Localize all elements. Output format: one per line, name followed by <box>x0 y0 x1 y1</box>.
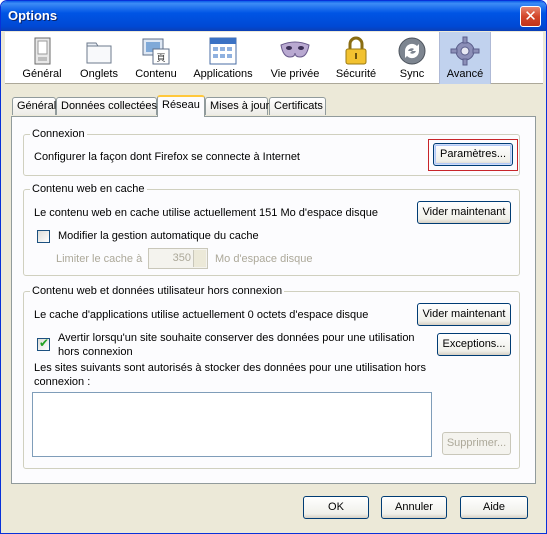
clear-cache-button[interactable]: Vider maintenant <box>417 201 511 224</box>
pane-tabs[interactable]: Onglets <box>75 32 123 84</box>
warn-offline-label-line1: Avertir lorsqu'un site souhaite conserve… <box>58 332 415 344</box>
connection-legend: Connexion <box>30 128 87 140</box>
pane-label: Contenu <box>135 68 177 80</box>
cache-limit-value: 350 <box>172 252 191 264</box>
sites-label-line1: Les sites suivants sont autorisés à stoc… <box>34 362 426 374</box>
checkmark-icon: ✔ <box>39 336 50 350</box>
pane-label: Applications <box>193 68 253 80</box>
tab-network[interactable]: Réseau <box>157 95 205 117</box>
options-window: Options ✕ Général Onglets 頁 Contenu Appl… <box>0 0 547 534</box>
tab-data-choices[interactable]: Données collectées <box>56 97 157 115</box>
tab-general[interactable]: Général <box>12 97 56 115</box>
privacy-mask-icon <box>280 41 310 58</box>
exceptions-button[interactable]: Exceptions... <box>437 333 511 356</box>
window-title: Options <box>8 8 58 23</box>
pane-label: Sécurité <box>335 68 377 80</box>
clear-offline-button[interactable]: Vider maintenant <box>417 303 511 326</box>
override-cache-checkbox[interactable] <box>37 230 50 243</box>
tab-certificates[interactable]: Certificats <box>269 97 326 115</box>
pane-content[interactable]: 頁 Contenu <box>131 32 181 84</box>
warn-offline-checkbox[interactable]: ✔ <box>37 336 50 351</box>
content-icon: 頁 <box>142 38 170 65</box>
offline-group: Contenu web et données utilisateur hors … <box>23 285 520 469</box>
applications-icon <box>209 37 237 65</box>
sync-icon <box>398 37 426 65</box>
tabs-icon <box>86 42 112 64</box>
cache-usage-text: Le contenu web en cache utilise actuelle… <box>34 207 378 219</box>
close-button[interactable]: ✕ <box>520 6 541 27</box>
cache-limit-unit: Mo d'espace disque <box>215 253 313 265</box>
offline-usage-text: Le cache d'applications utilise actuelle… <box>34 309 369 321</box>
pane-sync[interactable]: Sync <box>389 32 435 84</box>
help-button[interactable]: Aide <box>460 496 528 519</box>
tab-updates[interactable]: Mises à jour <box>205 97 269 115</box>
pane-label: Sync <box>399 68 425 80</box>
security-lock-icon <box>345 36 367 65</box>
connection-settings-button[interactable]: Paramètres... <box>433 143 513 166</box>
spinner-arrows-icon[interactable] <box>193 250 206 267</box>
cache-group: Contenu web en cache Le contenu web en c… <box>23 183 520 276</box>
connection-group: Connexion Configurer la façon dont Firef… <box>23 128 520 176</box>
pane-advanced[interactable]: Avancé <box>439 32 491 84</box>
sites-label-line2: connexion : <box>34 376 91 388</box>
ok-button[interactable]: OK <box>303 496 369 519</box>
offline-legend: Contenu web et données utilisateur hors … <box>30 285 285 297</box>
pane-applications[interactable]: Applications <box>190 32 256 84</box>
preference-pane-toolbar: Général Onglets 頁 Contenu Applications V… <box>5 32 543 84</box>
pane-label: Onglets <box>80 68 118 80</box>
pane-label: Vie privée <box>270 68 320 80</box>
pane-security[interactable]: Sécurité <box>331 32 381 84</box>
offline-sites-list[interactable] <box>32 392 432 457</box>
pane-privacy[interactable]: Vie privée <box>267 32 323 84</box>
svg-text:頁: 頁 <box>156 53 165 64</box>
warn-offline-label-line2: hors connexion <box>58 346 133 358</box>
remove-site-button[interactable]: Supprimer... <box>442 432 511 455</box>
pane-general[interactable]: Général <box>15 32 69 84</box>
cache-legend: Contenu web en cache <box>30 183 147 195</box>
override-cache-label: Modifier la gestion automatique du cache <box>58 230 259 242</box>
network-tab-panel: Connexion Configurer la façon dont Firef… <box>11 116 536 484</box>
cache-limit-spinner[interactable]: 350 <box>148 248 208 269</box>
pane-label: Général <box>22 68 62 80</box>
general-icon <box>34 37 51 65</box>
pane-label: Avancé <box>446 68 484 80</box>
cache-limit-label: Limiter le cache à <box>56 253 143 265</box>
connection-description: Configurer la façon dont Firefox se conn… <box>34 151 300 163</box>
advanced-gear-icon <box>450 36 480 66</box>
cancel-button[interactable]: Annuler <box>381 496 447 519</box>
title-bar[interactable]: Options ✕ <box>1 1 546 31</box>
